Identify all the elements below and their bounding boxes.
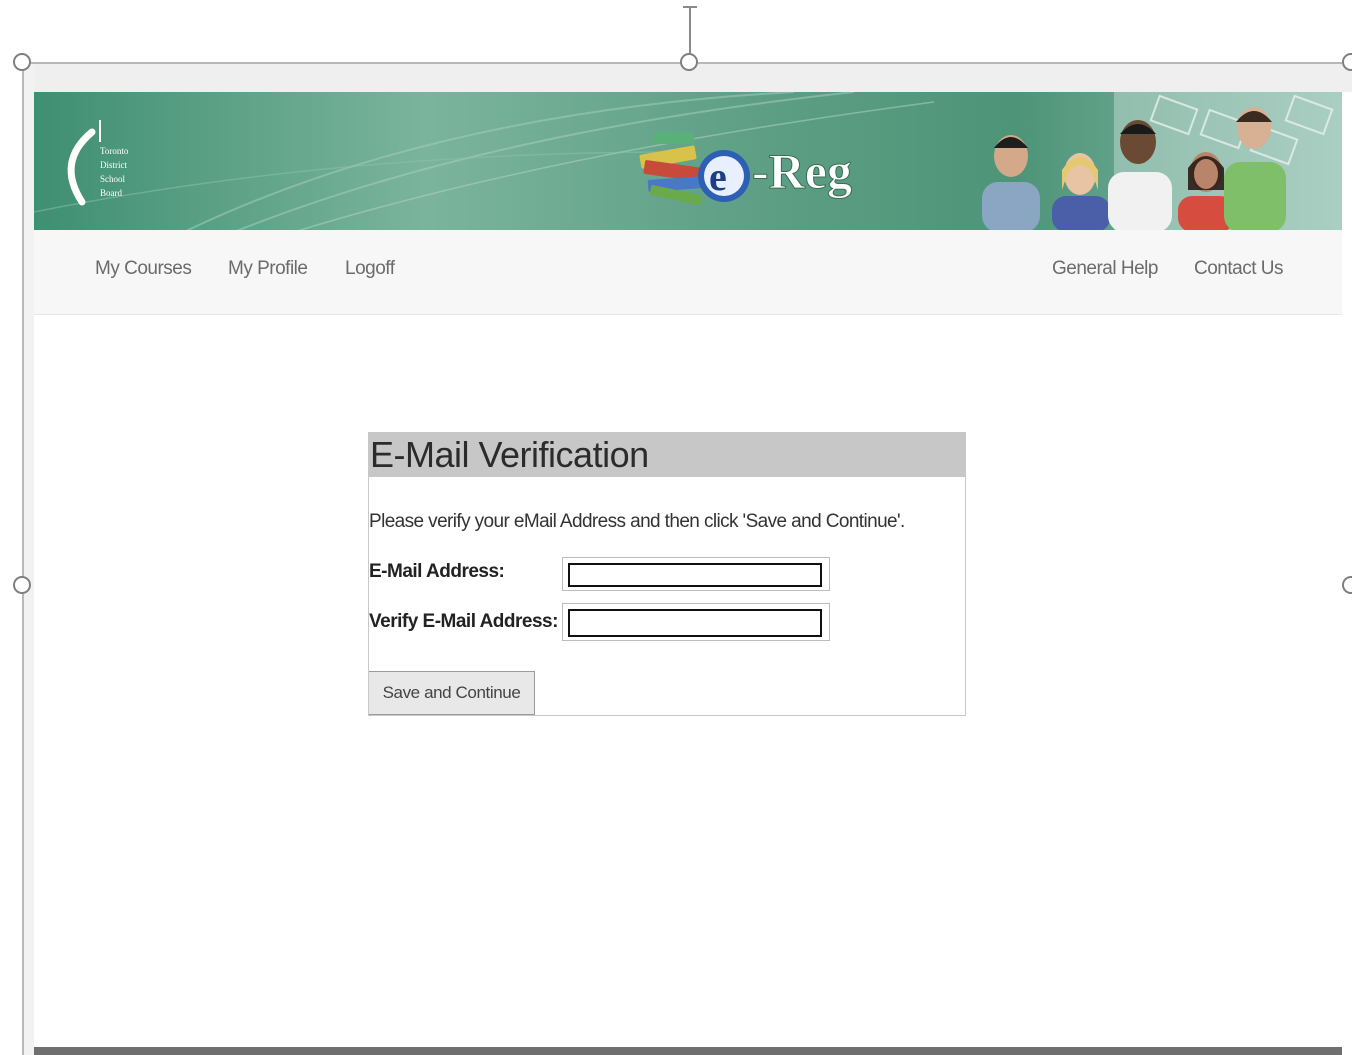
resize-handle-top[interactable] [680, 53, 698, 71]
school-board-logo: Toronto District School Board [67, 120, 129, 206]
logo-line-4: Board [100, 188, 122, 198]
nav-general-help[interactable]: General Help [1052, 258, 1158, 280]
page: Toronto District School Board e -Reg My … [34, 92, 1342, 1055]
email-verification-panel: E-Mail Verification Please verify your e… [368, 432, 966, 716]
verify-email-label: Verify E-Mail Address: [369, 611, 558, 632]
resize-handle-left[interactable] [13, 576, 31, 594]
brand-reg: -Reg [752, 143, 852, 199]
email-label: E-Mail Address: [369, 561, 505, 582]
nav-logoff[interactable]: Logoff [345, 258, 395, 280]
logo-line-1: Toronto [100, 146, 129, 156]
rotation-handle-line [689, 6, 691, 54]
logo-line-3: School [100, 174, 126, 184]
panel-title: E-Mail Verification [369, 433, 965, 477]
banner-graphic: Toronto District School Board e -Reg [34, 92, 1342, 230]
footer-bar [34, 1047, 1342, 1055]
brand-e: e [709, 154, 727, 199]
save-and-continue-button[interactable]: Save and Continue [369, 671, 535, 715]
frame-left-margin [24, 64, 34, 1055]
e-globe-icon: e [698, 150, 750, 202]
nav-my-profile[interactable]: My Profile [228, 258, 308, 280]
logo-line-2: District [100, 160, 127, 170]
email-field[interactable] [568, 563, 822, 587]
top-navigation: My Courses My Profile Logoff General Hel… [34, 230, 1342, 315]
verify-email-field[interactable] [568, 609, 822, 637]
nav-contact-us[interactable]: Contact Us [1194, 258, 1283, 280]
resize-handle-top-left[interactable] [13, 53, 31, 71]
header-banner: Toronto District School Board e -Reg [34, 92, 1342, 232]
books-icon [639, 132, 705, 205]
students-photo [982, 92, 1342, 230]
email-field-frame [562, 557, 830, 591]
nav-my-courses[interactable]: My Courses [95, 258, 192, 280]
verify-email-field-frame [562, 603, 830, 641]
panel-instructions: Please verify your eMail Address and the… [369, 511, 905, 532]
